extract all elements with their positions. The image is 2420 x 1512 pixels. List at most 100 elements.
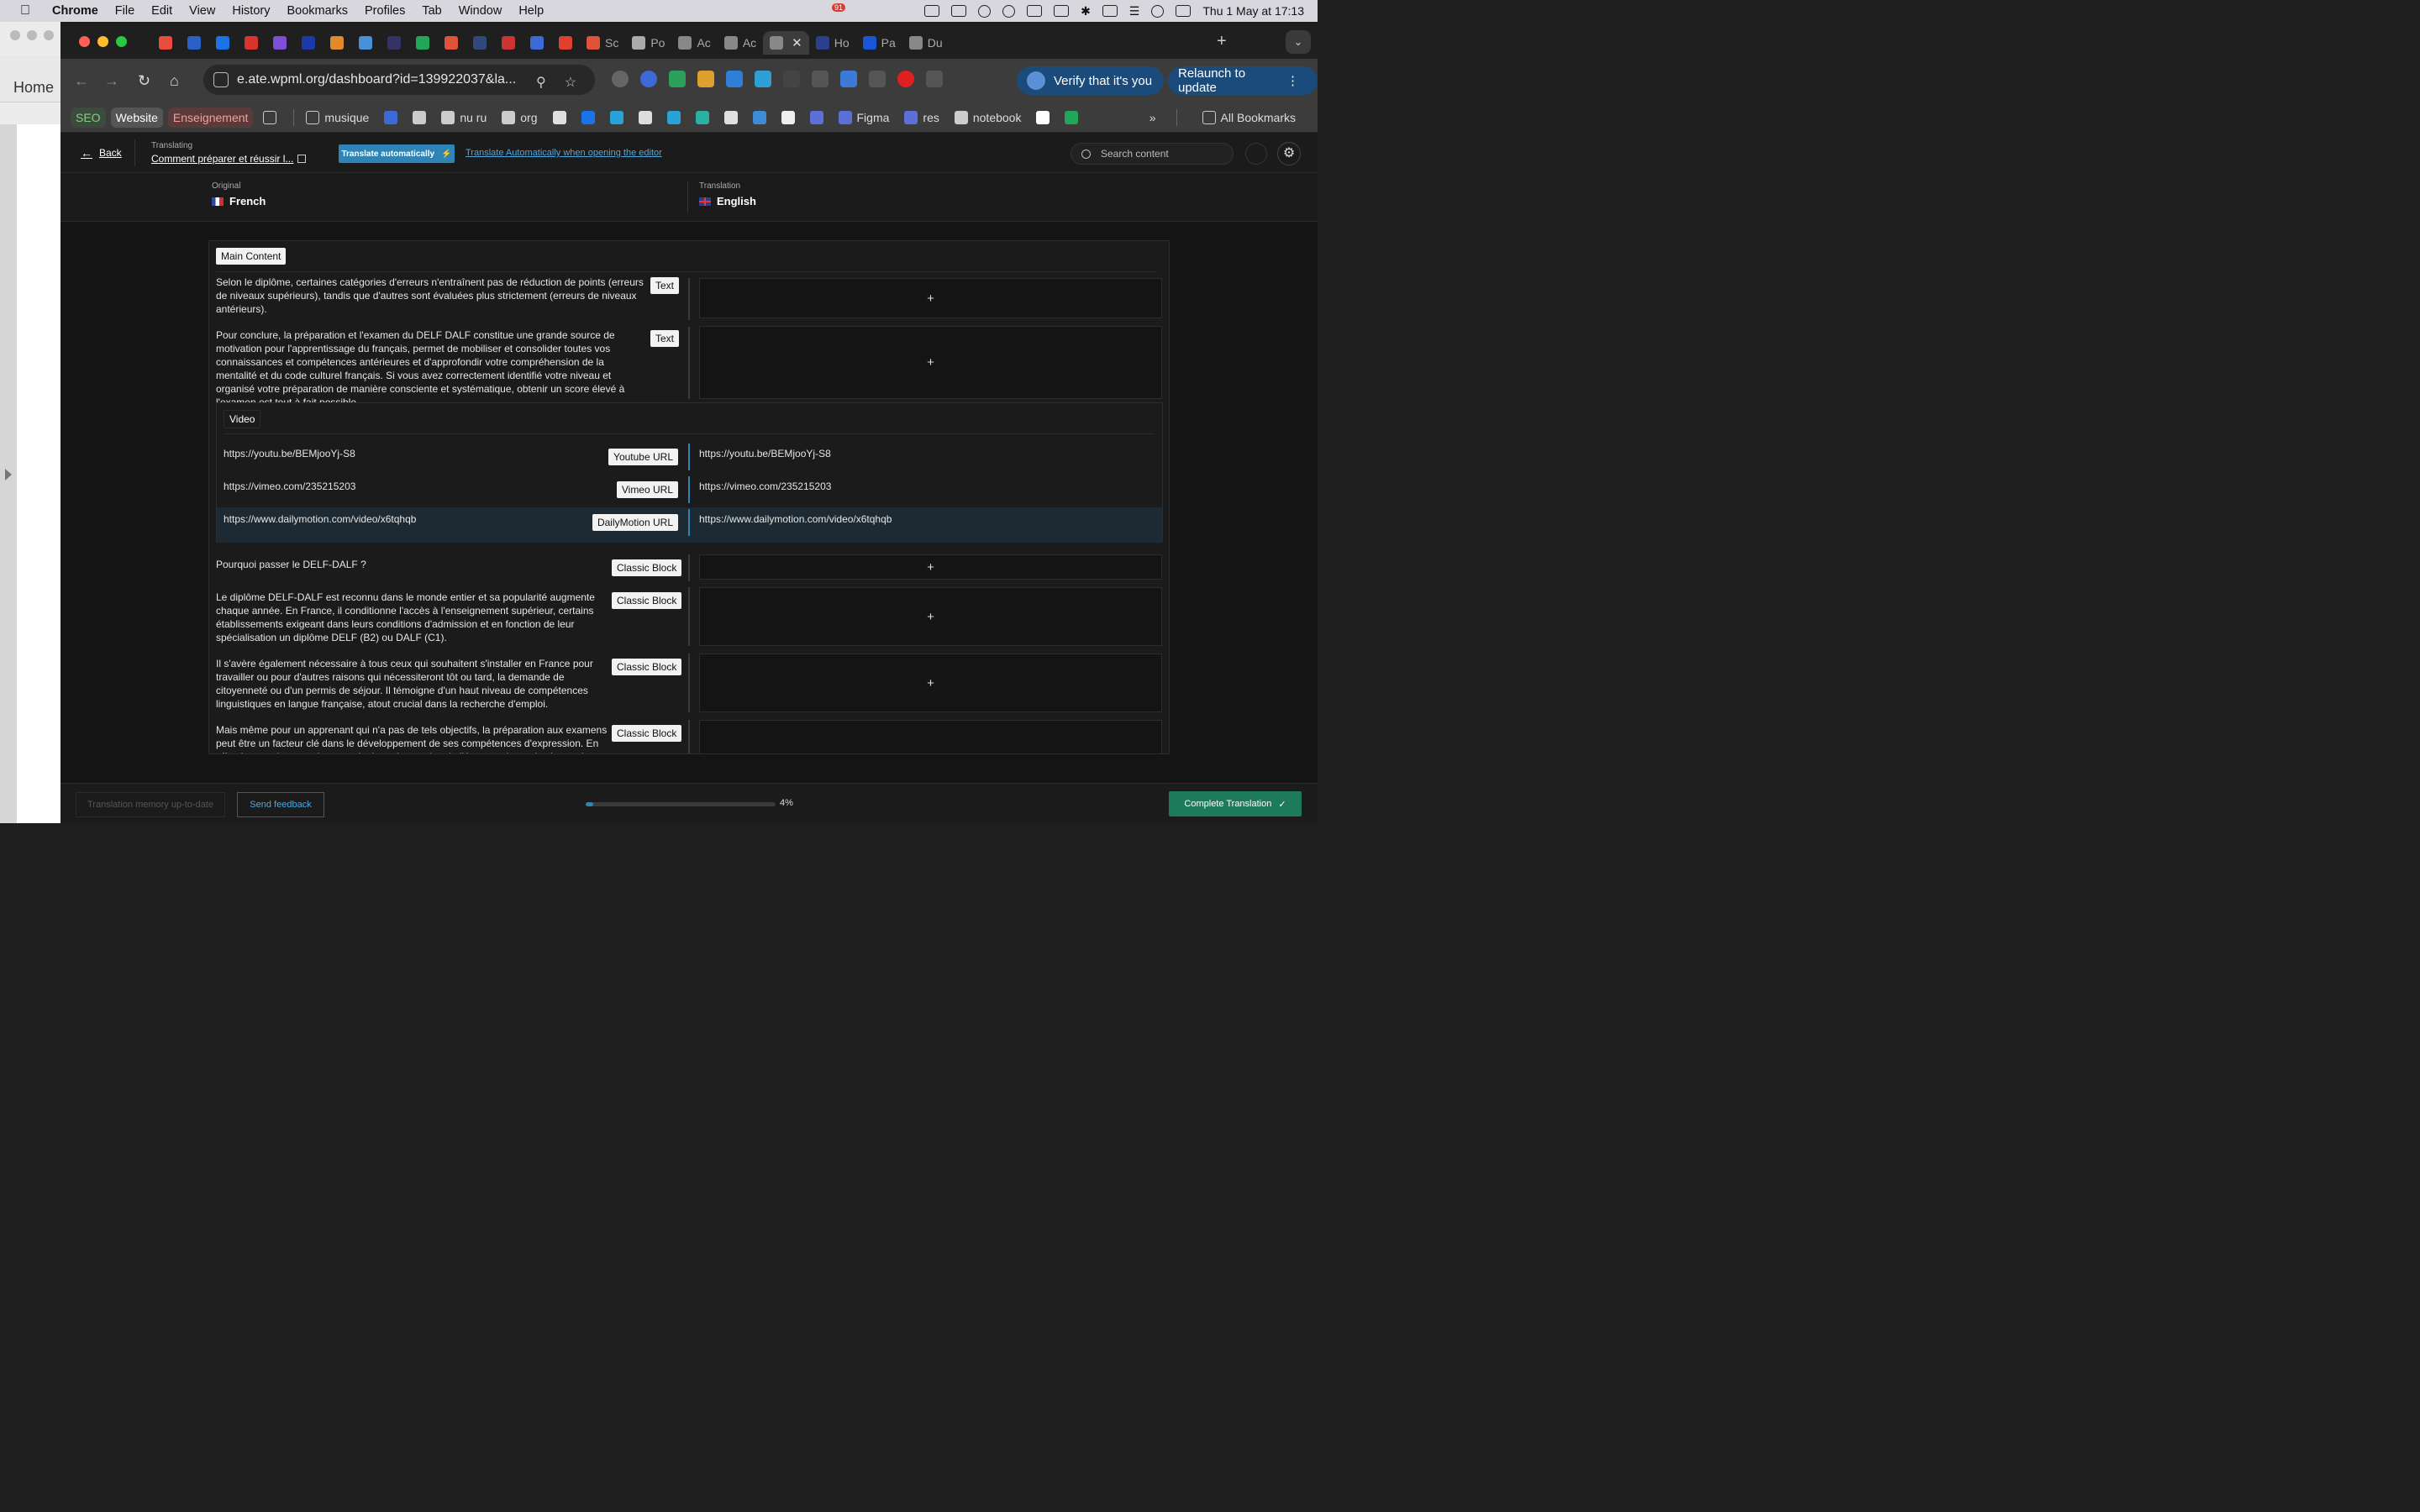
menu-edit[interactable]: Edit xyxy=(151,4,172,18)
mail-status-icon[interactable] xyxy=(924,5,940,17)
browser-tab[interactable] xyxy=(208,31,237,55)
browser-tab[interactable] xyxy=(437,31,466,55)
browser-tab[interactable] xyxy=(294,31,323,55)
browser-tab[interactable] xyxy=(351,31,380,55)
more-bookmarks-icon[interactable]: » xyxy=(1150,111,1156,124)
zoom-icon[interactable]: ⚲ xyxy=(536,74,546,91)
bookmark-item[interactable] xyxy=(634,108,657,128)
forward-arrow-icon[interactable]: → xyxy=(104,72,119,90)
image-extension-icon[interactable] xyxy=(840,71,857,87)
bookmark-item[interactable] xyxy=(805,108,829,128)
translation-box-classic-1[interactable]: + xyxy=(699,554,1162,580)
bookmark-enseignement[interactable]: Enseignement xyxy=(167,107,254,128)
address-url[interactable]: e.ate.wpml.org/dashboard?id=139922037&la… xyxy=(237,72,516,87)
translation-vimeo-url[interactable]: https://vimeo.com/235215203 xyxy=(699,480,831,492)
bookmark-item[interactable] xyxy=(662,108,686,128)
send-feedback-button[interactable]: Send feedback xyxy=(237,792,324,817)
star-extension-icon[interactable] xyxy=(640,71,657,87)
browser-tab[interactable]: Po xyxy=(625,31,671,55)
browser-tab[interactable]: Ac xyxy=(671,31,717,55)
browser-tab[interactable] xyxy=(551,31,580,55)
menu-bookmarks[interactable]: Bookmarks xyxy=(287,4,348,18)
person-extension-icon[interactable] xyxy=(755,71,771,87)
bookmark-item[interactable] xyxy=(605,108,629,128)
original-classic-2[interactable]: Le diplôme DELF-DALF est reconnu dans le… xyxy=(216,591,607,644)
bookmark-item[interactable]: org xyxy=(497,108,542,128)
bluetooth-icon[interactable]: ✱ xyxy=(1081,4,1091,18)
translation-box-classic-2[interactable]: + xyxy=(699,587,1162,646)
translation-box-classic-4[interactable] xyxy=(699,720,1162,753)
bookmark-item[interactable] xyxy=(408,108,431,128)
edit-extension-icon[interactable] xyxy=(726,71,743,87)
bookmark-seo[interactable]: SEO xyxy=(71,107,106,128)
bookmark-star-icon[interactable]: ☆ xyxy=(565,74,576,91)
close-tab-icon[interactable]: ✕ xyxy=(792,35,802,50)
bookmark-item[interactable]: Figma xyxy=(834,108,895,128)
all-bookmarks-folder[interactable]: All Bookmarks xyxy=(1197,108,1301,128)
menu-history[interactable]: History xyxy=(232,4,270,18)
translation-box-classic-3[interactable]: + xyxy=(699,654,1162,712)
bookmark-item[interactable]: nu ru xyxy=(436,108,492,128)
reload-icon[interactable]: ↻ xyxy=(138,72,150,90)
menu-profiles[interactable]: Profiles xyxy=(365,4,405,18)
translating-title-link[interactable]: Comment préparer et réussir l... xyxy=(151,153,293,165)
browser-tab[interactable] xyxy=(523,31,551,55)
globe-extension-icon[interactable] xyxy=(612,71,629,87)
bookmark-item[interactable] xyxy=(576,108,600,128)
browser-tab[interactable]: Du xyxy=(902,31,950,55)
bookmark-item[interactable] xyxy=(691,108,714,128)
zoom-window-button[interactable] xyxy=(116,36,127,47)
complete-translation-button[interactable]: Complete Translation ✓ xyxy=(1169,791,1302,816)
wifi-icon[interactable]: ☰ xyxy=(1129,4,1140,18)
original-classic-4[interactable]: Mais même pour un apprenant qui n'a pas … xyxy=(216,723,609,753)
expand-arrow-icon[interactable] xyxy=(5,469,12,480)
browser-tab[interactable]: Sc xyxy=(580,31,625,55)
puzzle-extensions-icon[interactable] xyxy=(926,71,943,87)
menubar-datetime[interactable]: Thu 1 May at 17:13 xyxy=(1202,4,1304,18)
verify-identity-button[interactable]: Verify that it's you xyxy=(1017,66,1165,95)
back-arrow-icon[interactable]: ← xyxy=(74,72,89,90)
browser-tab[interactable] xyxy=(494,31,523,55)
bookmark-item[interactable] xyxy=(748,108,771,128)
original-dailymotion-url[interactable]: https://www.dailymotion.com/video/x6tqhq… xyxy=(224,513,416,525)
browser-tab[interactable] xyxy=(237,31,266,55)
bookmark-item[interactable]: notebook xyxy=(950,108,1027,128)
translation-youtube-url[interactable]: https://youtu.be/BEMjooYj-S8 xyxy=(699,448,831,459)
translate-extension-icon[interactable] xyxy=(869,71,886,87)
browser-tab[interactable] xyxy=(151,31,180,55)
bookmark-item[interactable] xyxy=(1060,108,1083,128)
bookmark-item[interactable] xyxy=(776,108,800,128)
original-classic-1[interactable]: Pourquoi passer le DELF-DALF ? xyxy=(216,558,607,571)
bookmark-item[interactable]: res xyxy=(899,108,944,128)
minimize-window-button[interactable] xyxy=(97,36,108,47)
bookmark-item[interactable] xyxy=(719,108,743,128)
menu-window[interactable]: Window xyxy=(459,4,502,18)
gear-icon[interactable]: ⚙ xyxy=(1277,142,1301,165)
original-vimeo-url[interactable]: https://vimeo.com/235215203 xyxy=(224,480,355,492)
translate-automatically-button[interactable]: Translate automatically ⚡ xyxy=(339,144,455,163)
bookmark-item[interactable]: musique xyxy=(301,108,374,128)
browser-tab[interactable] xyxy=(266,31,294,55)
screen-status-icon[interactable] xyxy=(951,5,967,17)
bookmark-item[interactable] xyxy=(379,108,402,128)
control-center-icon[interactable] xyxy=(1176,5,1192,17)
status-circle-button[interactable] xyxy=(1245,143,1267,165)
eyedropper-extension-icon[interactable] xyxy=(812,71,829,87)
close-window-button[interactable] xyxy=(79,36,90,47)
original-youtube-url[interactable]: https://youtu.be/BEMjooYj-S8 xyxy=(224,448,355,459)
translation-memory-button[interactable]: Translation memory up-to-date xyxy=(76,792,225,817)
browser-tab[interactable] xyxy=(466,31,494,55)
apps-grid-icon[interactable] xyxy=(258,108,281,128)
background-home-label[interactable]: Home xyxy=(13,79,54,97)
grid-extension-icon[interactable] xyxy=(669,71,686,87)
browser-tab[interactable]: ✕ xyxy=(763,31,809,55)
translation-box-1[interactable]: + xyxy=(699,278,1162,318)
function-extension-icon[interactable] xyxy=(783,71,800,87)
browser-tab[interactable] xyxy=(380,31,408,55)
record-extension-icon[interactable] xyxy=(897,71,914,87)
translation-dailymotion-url[interactable]: https://www.dailymotion.com/video/x6tqhq… xyxy=(699,513,892,525)
original-segment-2[interactable]: Pour conclure, la préparation et l'exame… xyxy=(216,328,644,409)
relaunch-update-button[interactable]: Relaunch to update ⋮ xyxy=(1168,66,1318,95)
badge-extension-icon[interactable] xyxy=(697,71,714,87)
site-info-icon[interactable] xyxy=(213,72,229,87)
